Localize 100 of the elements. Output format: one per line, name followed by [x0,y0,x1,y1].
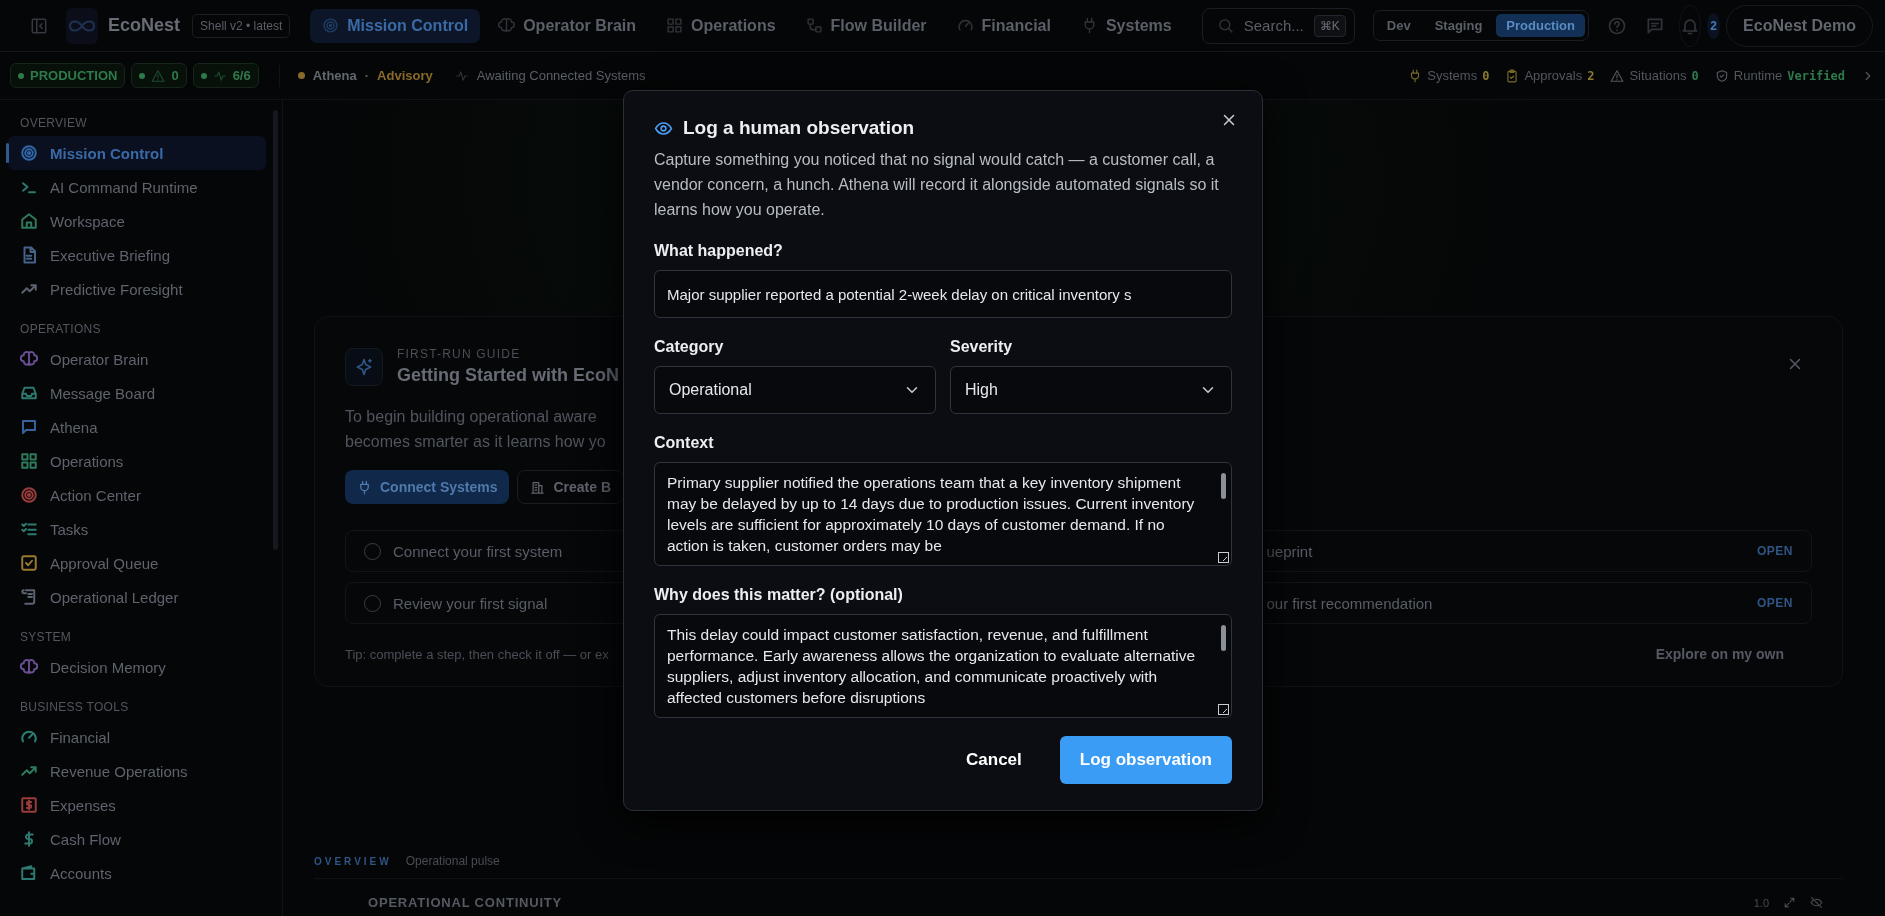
textarea-field[interactable]: Primary supplier notified the operations team that a key inventory shipment may be delayed by up to 14 days due to production issues. Current inventory levels are sufficient for approximately 10 days of customer demand. If no action is taken, customer orders may be [654,462,1232,566]
sidebar-item[interactable]: Action Center [8,478,266,512]
clipboard-icon [1505,68,1520,83]
plug-icon [357,479,372,495]
separator-dot: · [364,68,370,83]
submit-button[interactable]: Log observation [1059,736,1232,784]
sidebar-toggle-icon [30,16,48,35]
sidebar-item[interactable]: Workspace [8,204,266,238]
status-counter: Approvals 2 [1505,68,1595,83]
dropdown[interactable]: Operational [654,366,936,414]
search-icon [1216,17,1234,34]
cancel-button[interactable]: Cancel [946,736,1042,784]
section-title: OPERATIONAL CONTINUITY [368,895,563,910]
warning-icon [1610,68,1625,83]
status-message: Awaiting Connected Systems [476,68,646,83]
environment-tab[interactable]: Staging [1424,14,1493,37]
assistant-name: Athena [312,68,357,83]
overview-heading: OVERVIEW [314,855,392,867]
dialog-title: Log a human observation [683,117,915,139]
nav-tab[interactable]: Operations [654,8,788,43]
status-counter: Situations 0 [1610,68,1699,83]
section-heading: OPERATIONS [19,321,102,338]
dialog-description: Capture something you noticed that no signal would catch — a customer call, a vendor concern, a hunch. Athena will record it alongside automated signals so it learns how you operate. [654,150,1220,220]
explore-link[interactable]: Explore on my own [1655,646,1784,662]
resize-handle-icon[interactable] [1218,552,1229,563]
nav-tab[interactable]: Systems [1068,8,1184,43]
sidebar-item[interactable]: Tasks [8,512,266,546]
scale-value: 1.0 [1753,896,1769,909]
grid-icon [666,17,684,34]
warning-icon [151,68,166,83]
sidebar-item[interactable]: AI Command Runtime [8,170,266,204]
guide-title: Getting Started with EcoN [397,365,619,386]
guide-tip: Tip: complete a step, then check it off — or ex [345,646,609,662]
version-badge: Shell v2 • latest [192,13,291,38]
assistant-mode: Advisory [377,68,433,83]
field-label: Category [654,338,725,356]
sidebar-item[interactable]: Predictive Foresight [8,272,266,306]
sidebar-item[interactable]: Athena [8,410,266,444]
scrollbar[interactable] [1221,473,1226,499]
guide-description: To begin building operational aware [345,407,597,427]
environment-tab[interactable]: Dev [1376,14,1421,37]
sidebar-item[interactable]: Operator Brain [8,342,266,376]
sidebar-item[interactable]: Approval Queue [8,546,266,580]
section-heading: OVERVIEW [19,115,88,132]
building-icon [530,479,546,495]
pulse-icon [212,68,227,83]
sidebar-item[interactable]: Expenses [8,788,266,822]
open-link[interactable]: OPEN [1757,596,1793,610]
field-label: What happened? [654,242,784,260]
nav-tab[interactable]: Flow Builder [793,8,939,43]
sidebar-item[interactable]: Accounts [8,856,266,890]
step-label: our first recommendation [1266,594,1433,612]
environment-badge: PRODUCTION [10,63,126,88]
field-label: Severity [950,338,1014,356]
textarea-field[interactable]: This delay could impact customer satisfaction, revenue, and fulfillment performance. Early awareness allows the organization to evaluate alternative suppliers, adjust inventory allocation, and communicate proactively with affected customers before disruptions [654,614,1232,718]
sparkle-icon [354,356,374,377]
sidebar-item[interactable]: Executive Briefing [8,238,266,272]
guide-eyebrow: FIRST-RUN GUIDE [397,347,522,361]
shortcut-key: ⌘K [1313,14,1346,37]
logo-drawing [66,7,98,44]
search-field[interactable]: Search... ⌘K [1201,7,1355,44]
status-counter: Systems 0 [1408,68,1490,83]
flow-icon [805,17,823,34]
sidebar-item[interactable]: Mission Control [8,136,266,170]
brand-name: EcoNest [108,15,181,36]
open-link[interactable]: OPEN [1757,544,1793,558]
brain-icon [498,17,516,34]
sidebar-item[interactable]: Message Board [8,376,266,410]
health-badge: 6/6 [192,63,259,88]
step-label: ueprint [1266,542,1313,560]
resize-handle-icon[interactable] [1218,704,1229,715]
target-icon [322,17,340,34]
sidebar-item[interactable]: Operational Ledger [8,580,266,614]
field-label: Context [654,434,715,452]
section-heading: SYSTEM [19,629,73,646]
notification-count: 2 [1707,12,1721,39]
pulse-icon [454,68,469,83]
status-counter: Runtime Verified [1714,68,1845,83]
scrollbar[interactable] [1221,625,1226,651]
text-field[interactable]: Major supplier reported a potential 2-week delay on critical inventory s [654,270,1232,318]
guide-action-button[interactable]: Connect Systems [345,470,510,504]
sidebar-item[interactable]: Operations [8,444,266,478]
nav-tab[interactable]: Financial [944,8,1063,43]
nav-tab[interactable]: Operator Brain [486,8,649,43]
section-heading: BUSINESS TOOLS [19,699,130,716]
eye-off-icon [1810,896,1823,909]
expand-icon [1783,896,1796,909]
sidebar-item[interactable]: Cash Flow [8,822,266,856]
environment-tab[interactable]: Production [1496,14,1585,37]
sidebar-item[interactable]: Decision Memory [8,650,266,684]
status-dot [297,72,305,79]
dropdown[interactable]: High [950,366,1232,414]
nav-tab[interactable]: Mission Control [310,8,481,43]
sidebar-item[interactable]: Financial [8,720,266,754]
alerts-badge: 0 [131,63,187,88]
shield-icon [1714,68,1729,83]
help-icon [1606,15,1627,36]
field-label: Why does this matter? (optional) [654,586,904,604]
sidebar-item[interactable]: Revenue Operations [8,754,266,788]
guide-description: becomes smarter as it learns how yo [345,432,606,452]
